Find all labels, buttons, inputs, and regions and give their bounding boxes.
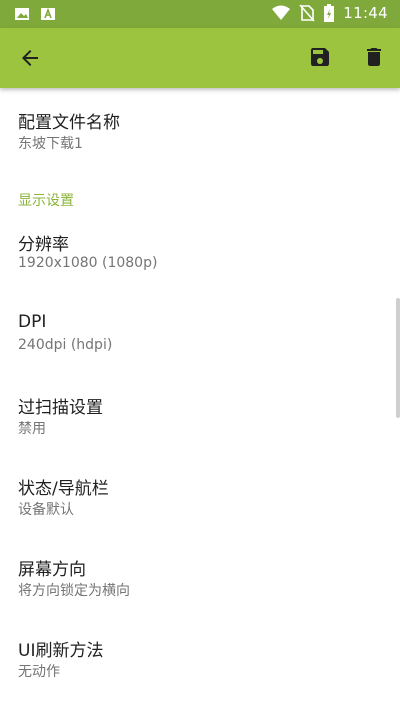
category-header-display: 显示设置 <box>18 193 74 209</box>
ui-refresh-item[interactable]: UI刷新方法 无动作 <box>0 616 395 696</box>
no-sim-icon <box>299 4 315 22</box>
save-icon[interactable] <box>308 45 332 69</box>
image-icon <box>15 8 29 20</box>
profile-name-item[interactable]: 配置文件名称 东坡下载1 <box>0 88 395 168</box>
trash-icon[interactable] <box>362 45 386 69</box>
status-nav-bar-value: 设备默认 <box>18 502 74 518</box>
resolution-title: 分辨率 <box>18 235 69 255</box>
status-nav-bar-item[interactable]: 状态/导航栏 设备默认 <box>0 454 395 534</box>
screen-orientation-value: 将方向锁定为横向 <box>18 583 130 599</box>
app-toolbar <box>0 28 400 88</box>
overscan-item[interactable]: 过扫描设置 禁用 <box>0 373 395 453</box>
status-nav-bar-title: 状态/导航栏 <box>18 479 109 499</box>
screen-orientation-title: 屏幕方向 <box>18 560 86 580</box>
battery-icon <box>324 4 335 22</box>
wifi-icon <box>272 5 291 20</box>
dpi-value: 240dpi (hdpi) <box>18 337 113 353</box>
scrollbar[interactable] <box>396 298 400 418</box>
resolution-item[interactable]: 分辨率 1920x1080 (1080p) <box>0 210 395 290</box>
arrow-left-icon[interactable] <box>18 46 42 70</box>
overscan-value: 禁用 <box>18 421 46 437</box>
status-bar: 11:44 <box>0 0 400 28</box>
dpi-title: DPI <box>18 312 47 332</box>
resolution-value: 1920x1080 (1080p) <box>18 255 158 271</box>
dpi-item[interactable]: DPI 240dpi (hdpi) <box>0 292 395 372</box>
overscan-title: 过扫描设置 <box>18 398 103 418</box>
profile-name-title: 配置文件名称 <box>18 113 120 133</box>
settings-list: 配置文件名称 东坡下载1 显示设置 分辨率 1920x1080 (1080p) … <box>0 88 400 711</box>
screen-orientation-item[interactable]: 屏幕方向 将方向锁定为横向 <box>0 535 395 615</box>
ui-refresh-title: UI刷新方法 <box>18 641 104 661</box>
clock: 11:44 <box>343 4 388 22</box>
profile-name-value: 东坡下载1 <box>18 136 83 152</box>
font-icon <box>41 7 55 20</box>
ui-refresh-value: 无动作 <box>18 664 60 680</box>
